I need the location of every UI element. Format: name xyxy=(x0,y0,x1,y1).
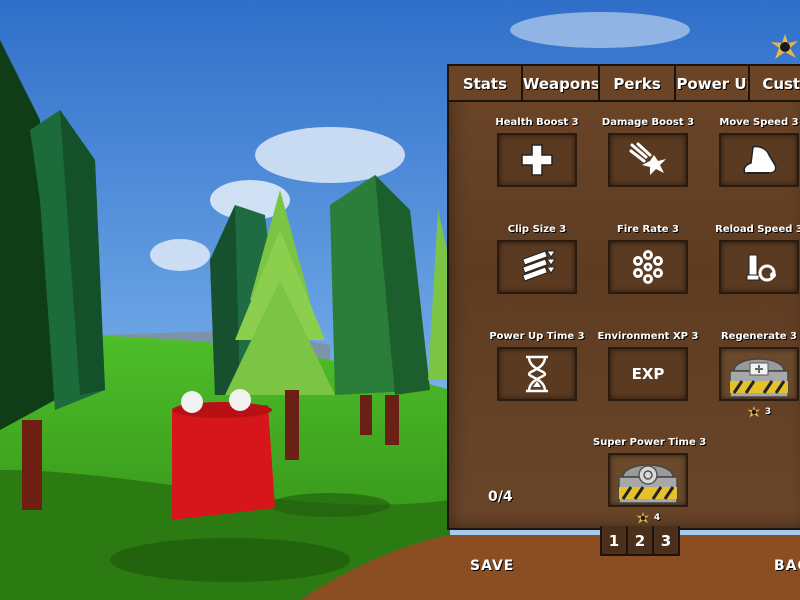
cost-value: 4 xyxy=(653,513,661,523)
tab-weapons[interactable]: Weapons xyxy=(522,66,600,102)
perk-clip-size: Clip Size 3 xyxy=(482,223,592,294)
super-power-time-locked-button[interactable] xyxy=(608,453,688,507)
perk-points-counter: 0/4 xyxy=(488,489,513,505)
perk-label: Super Power Time 3 xyxy=(593,437,707,448)
move-speed-button[interactable] xyxy=(719,133,799,187)
bullet-hole-icon xyxy=(747,405,760,418)
perk-label: Fire Rate 3 xyxy=(617,224,679,235)
perk-super-power-time: Super Power Time 3 4 xyxy=(593,436,707,525)
perk-label: Move Speed 3 xyxy=(719,117,799,128)
unlock-cost: 4 xyxy=(593,511,703,525)
boot-icon xyxy=(743,145,777,174)
cost-value: 3 xyxy=(764,407,772,417)
reload-speed-button[interactable] xyxy=(719,240,799,294)
upgrade-menu-panel: Stats Weapons Perks Power Ups Cust Healt… xyxy=(447,64,800,530)
bullet-hole-icon xyxy=(636,511,649,524)
perk-label: Regenerate 3 xyxy=(720,331,797,342)
damage-boost-icon xyxy=(629,142,666,175)
clip-size-button[interactable] xyxy=(497,240,577,294)
perk-reload-speed: Reload Speed 3 xyxy=(704,223,800,294)
perk-label: Health Boost 3 xyxy=(495,117,579,128)
locked-chest-icon xyxy=(729,358,789,398)
tab-customize[interactable]: Cust xyxy=(750,66,800,102)
tab-perks[interactable]: Perks xyxy=(599,66,677,102)
locked-chest-icon xyxy=(618,464,678,504)
perk-fire-rate: Fire Rate 3 xyxy=(593,223,703,294)
perk-label: Damage Boost 3 xyxy=(601,117,695,128)
revolver-cylinder-icon xyxy=(633,250,663,284)
perk-power-up-time: Power Up Time 3 xyxy=(482,330,592,401)
environment-xp-button[interactable]: EXP xyxy=(608,347,688,401)
perk-environment-xp: Environment XP 3 EXP xyxy=(593,330,703,401)
regenerate-locked-button[interactable] xyxy=(719,347,799,401)
health-boost-button[interactable] xyxy=(497,133,577,187)
back-button[interactable]: BAC xyxy=(774,558,800,574)
perk-label: Power Up Time 3 xyxy=(489,331,585,342)
perk-label: Reload Speed 3 xyxy=(715,224,800,235)
save-button[interactable]: SAVE xyxy=(470,558,514,574)
health-cross-icon xyxy=(521,144,553,176)
bullets-icon xyxy=(522,250,556,282)
exp-text-icon: EXP xyxy=(631,365,665,383)
page-selector: 1 2 3 xyxy=(600,526,680,556)
perk-damage-boost: Damage Boost 3 xyxy=(593,116,703,187)
tab-power-ups[interactable]: Power Ups xyxy=(676,66,751,102)
reload-shell-icon xyxy=(746,254,776,282)
page-button-1[interactable]: 1 xyxy=(600,526,628,556)
unlock-cost: 3 xyxy=(704,405,800,419)
page-button-3[interactable]: 3 xyxy=(652,526,680,556)
page-button-2[interactable]: 2 xyxy=(626,526,654,556)
power-up-time-button[interactable] xyxy=(497,347,577,401)
perk-health-boost: Health Boost 3 xyxy=(482,116,592,187)
menu-tabs: Stats Weapons Perks Power Ups Cust xyxy=(449,66,800,104)
perk-label: Clip Size 3 xyxy=(507,224,567,235)
bullet-hole-icon xyxy=(770,32,800,66)
fire-rate-button[interactable] xyxy=(608,240,688,294)
perk-label: Environment XP 3 xyxy=(597,331,699,342)
perk-move-speed: Move Speed 3 xyxy=(704,116,800,187)
hourglass-icon xyxy=(526,355,548,393)
damage-boost-button[interactable] xyxy=(608,133,688,187)
perk-regenerate: Regenerate 3 3 xyxy=(704,330,800,419)
tab-stats[interactable]: Stats xyxy=(449,66,523,102)
